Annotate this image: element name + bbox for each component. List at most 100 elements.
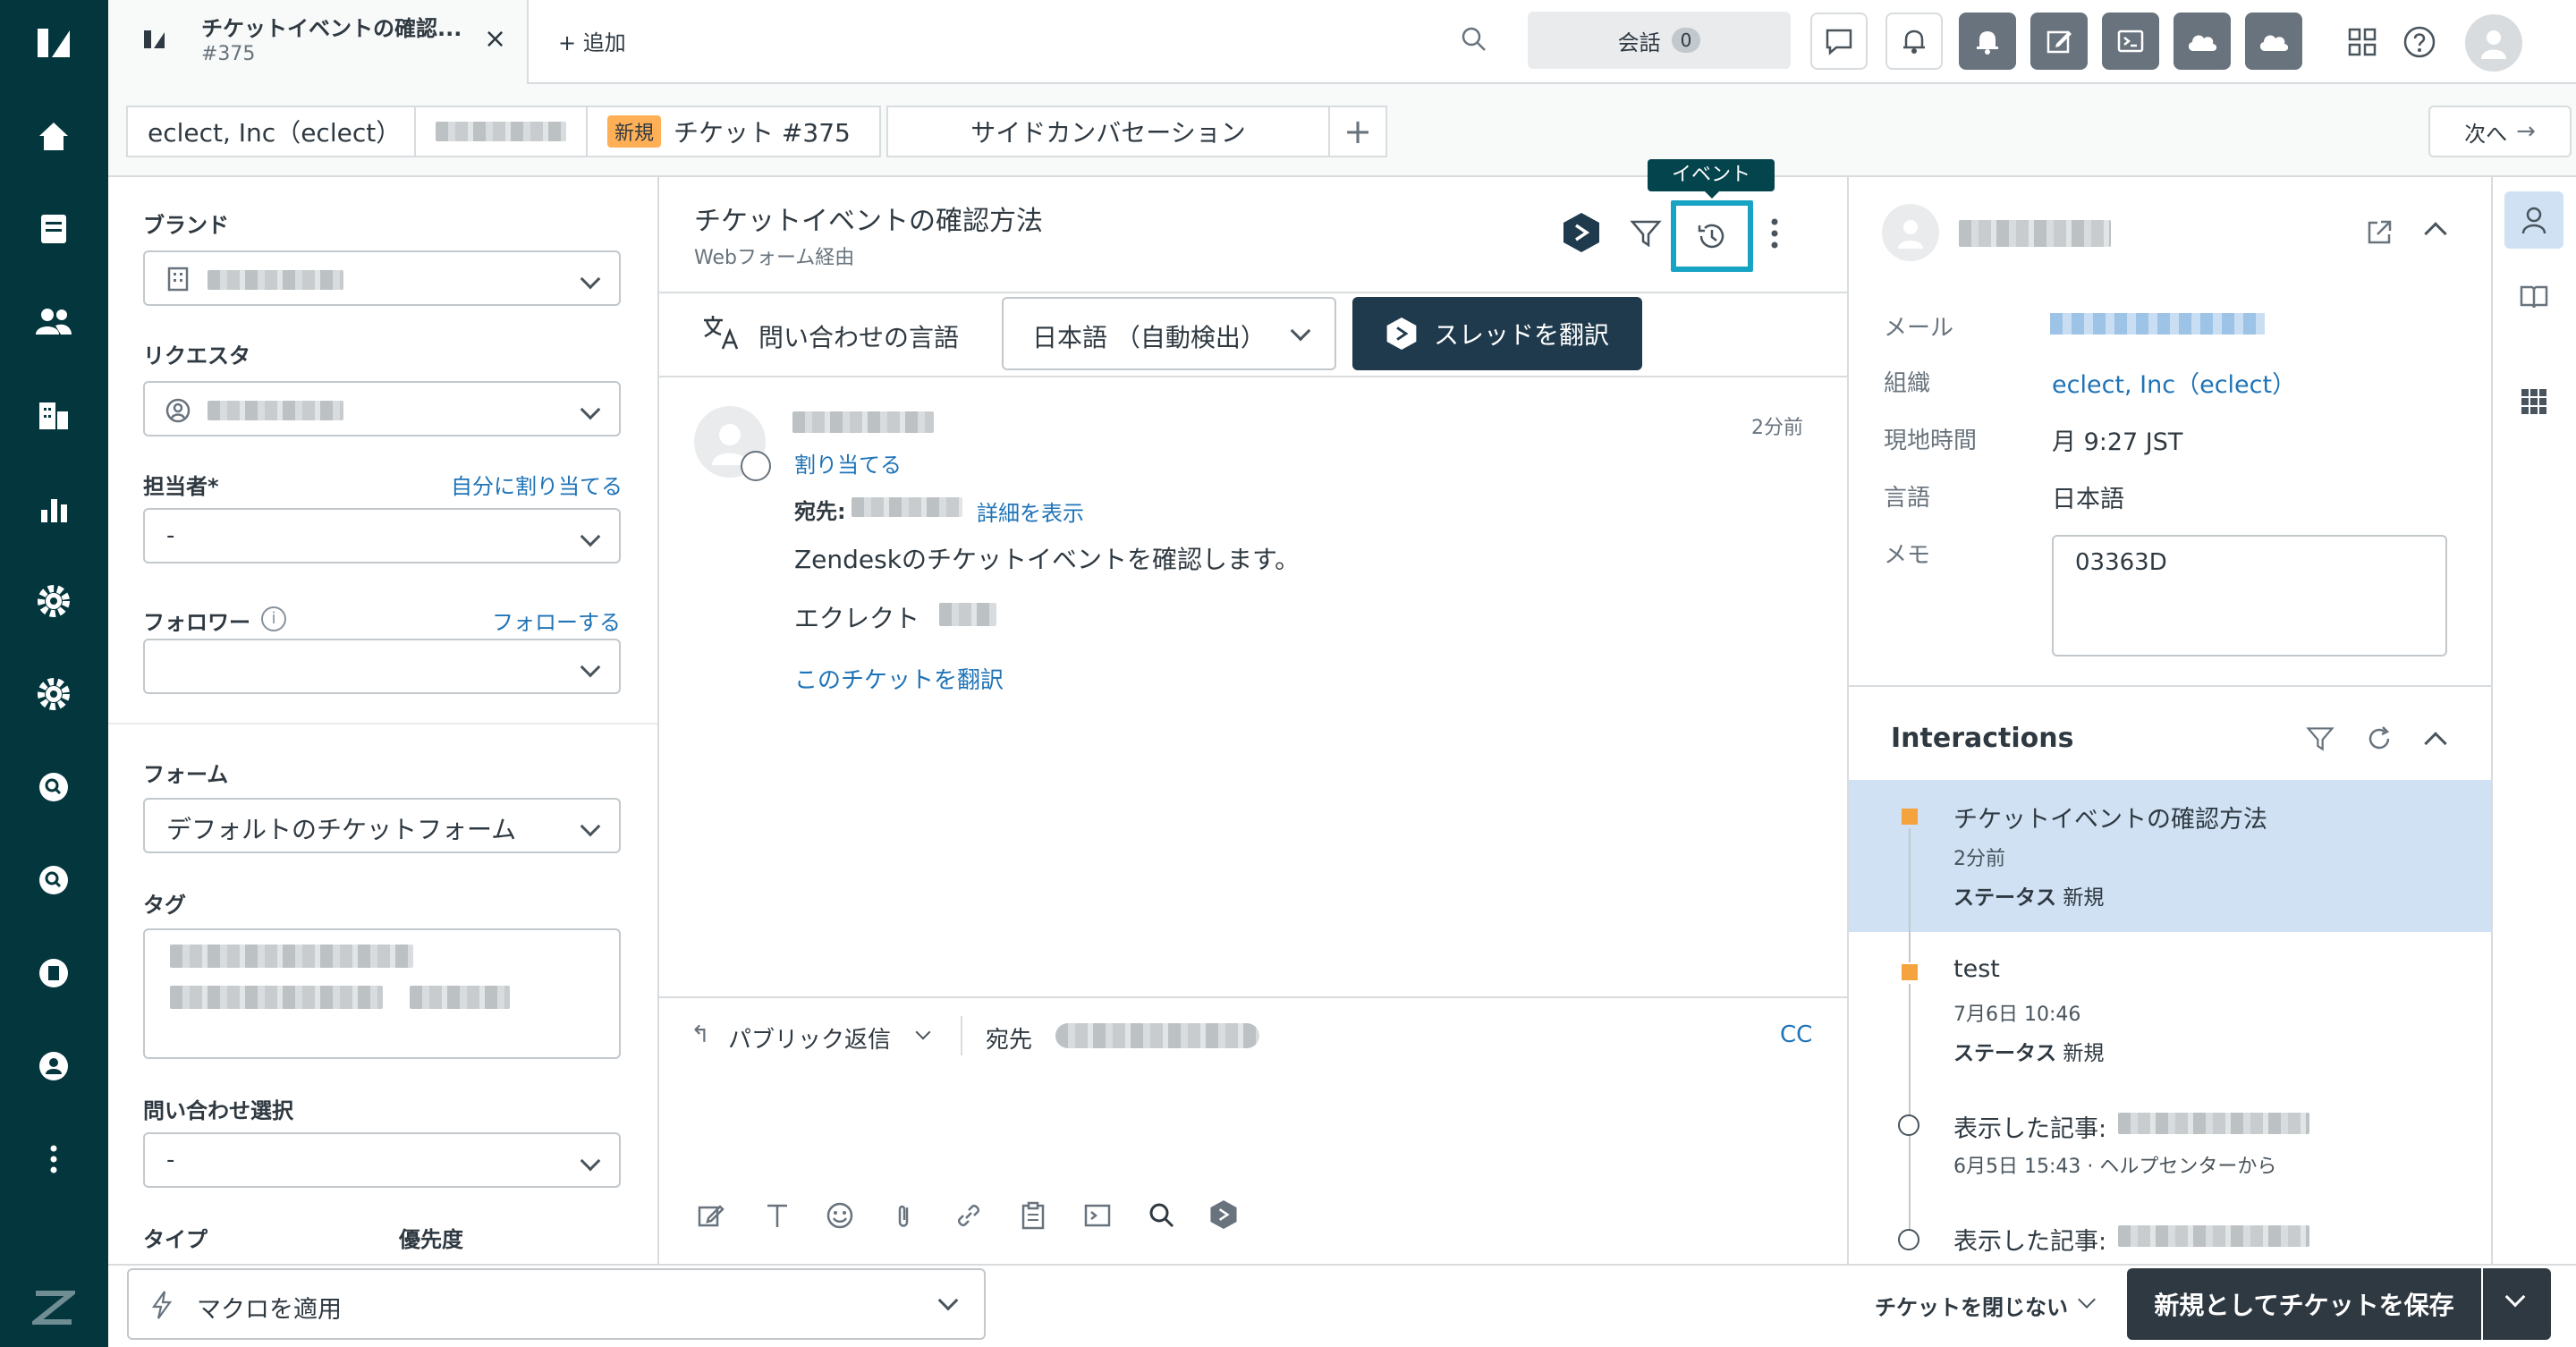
requester-select[interactable] — [143, 381, 621, 436]
notifications-bell-icon[interactable] — [1885, 13, 1943, 70]
next-button[interactable]: 次へ → — [2428, 106, 2572, 157]
customer-context-tab[interactable] — [2504, 191, 2563, 249]
org-label: 組織 — [1884, 370, 1931, 397]
apps-grid-icon[interactable] — [2521, 388, 2547, 421]
events-history-button[interactable] — [1671, 200, 1753, 272]
follow-link[interactable]: フォローする — [492, 605, 621, 636]
assign-link[interactable]: 割り当てる — [794, 447, 902, 479]
compose-icon[interactable] — [696, 1200, 726, 1237]
add-tab-button[interactable]: + 追加 — [558, 25, 626, 56]
link-icon[interactable] — [953, 1200, 984, 1237]
clipboard-icon[interactable] — [1018, 1200, 1048, 1237]
translate-app-icon[interactable] — [1562, 211, 1601, 260]
tag-redacted — [170, 986, 383, 1009]
side-conversation-chip[interactable]: サイドカンバセーション — [886, 106, 1330, 157]
status-value: 新規 — [2063, 886, 2105, 910]
app-terminal-icon[interactable] — [2102, 13, 2159, 70]
interaction-title[interactable]: 表示した記事: — [1953, 1109, 2106, 1144]
zendesk-logo-icon[interactable] — [27, 16, 80, 70]
ticket-title[interactable]: チケットイベントの確認方法 — [694, 199, 1043, 238]
app-search-icon[interactable] — [27, 760, 80, 814]
requester-avatar[interactable] — [694, 406, 771, 481]
translate-ticket-link[interactable]: このチケットを翻訳 — [794, 662, 1004, 695]
interaction-title[interactable]: 表示した記事: — [1953, 1222, 2106, 1257]
interactions-filter-icon[interactable] — [2306, 724, 2334, 759]
requester-chip[interactable] — [414, 106, 588, 157]
cc-link[interactable]: CC — [1780, 1021, 1812, 1048]
language-label: 言語 — [1884, 485, 1931, 512]
more-options-icon[interactable] — [1769, 216, 1780, 257]
save-options-button[interactable] — [2483, 1268, 2551, 1340]
open-external-icon[interactable] — [2365, 218, 2394, 253]
customers-icon[interactable] — [27, 295, 80, 349]
inquiry-select[interactable]: - — [143, 1132, 621, 1188]
arrow-right-icon: → — [2516, 118, 2536, 145]
assignee-select[interactable]: - — [143, 508, 621, 563]
translate-thread-button[interactable]: スレッドを翻訳 — [1352, 297, 1642, 370]
brand-value-redacted — [208, 270, 343, 290]
emoji-icon[interactable] — [825, 1200, 855, 1237]
org-value-link[interactable]: eclect, Inc（eclect） — [2052, 365, 2296, 400]
settings-gear-icon[interactable] — [27, 667, 80, 721]
inquiry-label: 問い合わせ選択 — [143, 1098, 293, 1123]
search-icon[interactable] — [1460, 25, 1488, 60]
language-select[interactable]: 日本語 （自動検出） — [1002, 297, 1336, 370]
reply-recipient-redacted[interactable] — [1055, 1023, 1259, 1048]
translate-language-icon — [701, 313, 741, 359]
tags-input[interactable] — [143, 928, 621, 1059]
interaction-title[interactable]: test — [1953, 955, 2000, 983]
ticket-chip[interactable]: 新規 チケット #375 — [586, 106, 881, 157]
search-knowledge-icon[interactable] — [1147, 1200, 1177, 1237]
show-details-link[interactable]: 詳細を表示 — [977, 496, 1084, 527]
email-value-redacted[interactable] — [2050, 313, 2265, 335]
admin-gear-icon[interactable] — [27, 574, 80, 628]
chevron-down-icon — [580, 657, 601, 678]
help-icon[interactable] — [2402, 25, 2436, 65]
memo-textarea[interactable]: 03363D — [2052, 535, 2447, 657]
app-building-icon[interactable] — [27, 946, 80, 1000]
org-chip[interactable]: eclect, Inc（eclect） — [126, 106, 416, 157]
user-avatar[interactable] — [2465, 14, 2522, 72]
assign-to-self-link[interactable]: 自分に割り当てる — [451, 469, 623, 500]
add-side-conversation-icon[interactable]: + — [1328, 106, 1387, 157]
chat-icon[interactable] — [1810, 13, 1868, 70]
attachment-icon[interactable] — [889, 1200, 919, 1237]
reply-to-label: 宛先 — [986, 1027, 1033, 1054]
brand-select[interactable] — [143, 250, 621, 306]
apply-macro-select[interactable]: マクロを適用 — [127, 1268, 986, 1340]
followers-select[interactable] — [143, 639, 621, 694]
context-rail — [2491, 177, 2576, 1264]
app-cloud-2-icon[interactable] — [2245, 13, 2302, 70]
app-search-2-icon[interactable] — [27, 853, 80, 907]
filter-icon[interactable] — [1630, 218, 1662, 255]
app-bell-icon[interactable] — [1959, 13, 2016, 70]
home-icon[interactable] — [27, 109, 80, 163]
customer-name-redacted[interactable] — [1959, 220, 2111, 247]
info-icon[interactable]: i — [261, 606, 286, 631]
knowledge-book-icon[interactable] — [2519, 283, 2549, 318]
terminal-icon[interactable] — [1082, 1200, 1113, 1237]
ticket-status-marker-icon — [1902, 809, 1918, 825]
form-select[interactable]: デフォルトのチケットフォーム — [143, 798, 621, 853]
keep-open-select[interactable]: チケットを閉じない — [1875, 1290, 2068, 1321]
product-tray-icon[interactable] — [2347, 27, 2377, 64]
save-ticket-button[interactable]: 新規としてチケットを保存 — [2127, 1268, 2481, 1340]
translate-app-small-icon[interactable] — [1209, 1199, 1238, 1237]
text-format-icon[interactable] — [762, 1200, 792, 1237]
close-tab-icon[interactable]: × — [484, 23, 506, 55]
app-cloud-icon[interactable] — [2174, 13, 2231, 70]
more-apps-icon[interactable] — [27, 1132, 80, 1186]
reply-editor[interactable] — [694, 1073, 1821, 1181]
organizations-icon[interactable] — [27, 388, 80, 442]
local-time-label: 現地時間 — [1884, 428, 1978, 454]
views-icon[interactable] — [27, 202, 80, 256]
app-user-icon[interactable] — [27, 1039, 80, 1093]
interaction-status: ステータス 新規 — [1953, 880, 2104, 911]
app-edit-icon[interactable] — [2030, 13, 2088, 70]
conversations-button[interactable]: 会話 0 — [1528, 12, 1791, 69]
reporting-icon[interactable] — [27, 481, 80, 535]
refresh-icon[interactable] — [2365, 724, 2394, 759]
ticket-tab[interactable]: チケットイベントの確認... #375 × — [108, 0, 529, 84]
memo-label: メモ — [1884, 542, 1931, 569]
reply-type-select[interactable]: パブリック返信 — [728, 1021, 891, 1055]
